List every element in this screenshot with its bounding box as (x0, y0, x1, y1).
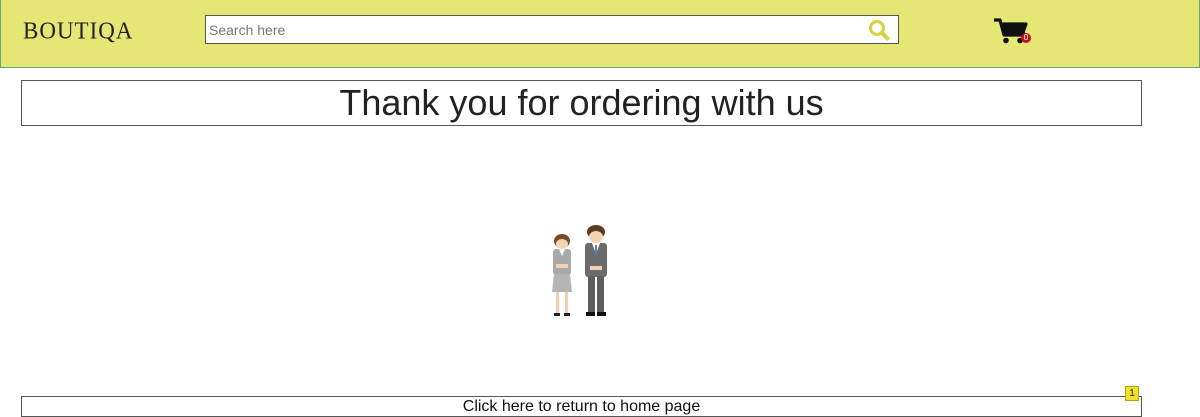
return-home-link[interactable]: Click here to return to home page (21, 396, 1142, 417)
site-logo[interactable]: BOUTIQA (23, 17, 134, 44)
search-bar (205, 15, 899, 44)
cart-button[interactable]: 0 (993, 17, 1033, 45)
site-header: BOUTIQA 0 (0, 0, 1200, 68)
search-icon[interactable] (868, 19, 890, 41)
search-input[interactable] (206, 16, 859, 43)
bowing-couple-illustration (546, 224, 616, 320)
confirmation-banner: Thank you for ordering with us (21, 80, 1142, 126)
corner-badge: 1 (1125, 386, 1139, 401)
cart-count-badge: 0 (1021, 33, 1031, 43)
page-title: Thank you for ordering with us (339, 82, 824, 123)
